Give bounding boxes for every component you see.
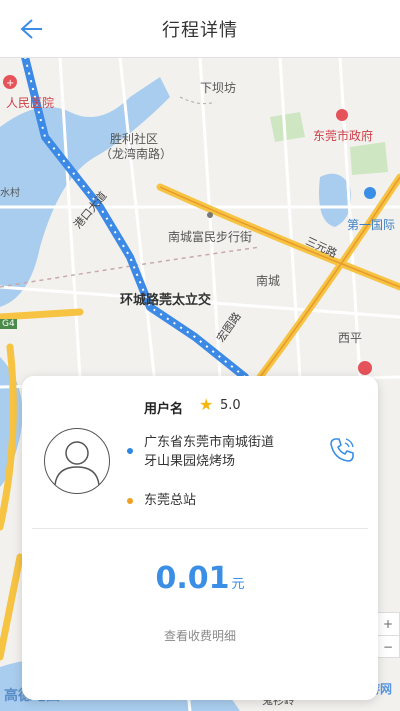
fare-amount: 0.01 元: [22, 561, 378, 596]
avatar: [44, 428, 110, 494]
poi-marker: [364, 187, 376, 199]
government-marker: [336, 109, 348, 121]
top-bar: 行程详情: [0, 0, 400, 58]
red-poi-marker: [358, 361, 372, 375]
start-address-line2: 牙山果园烧烤场: [144, 454, 236, 469]
map-label-g4: G4: [0, 319, 17, 329]
user-avatar-icon: [54, 441, 100, 486]
trip-card: 用户名 ★ 5.0 广东省东莞市南城街道 牙山果园烧烤场 东莞总站 0.01 元 …: [22, 376, 378, 700]
start-dot: [127, 448, 133, 454]
park-area: [350, 142, 388, 175]
phone-call-icon[interactable]: [326, 434, 358, 466]
zoom-in-button[interactable]: +: [377, 613, 399, 636]
map-label-hospital: 人民医院: [6, 96, 55, 110]
map-label-shuicun: 水村: [0, 188, 20, 199]
zoom-out-button[interactable]: −: [377, 636, 399, 658]
map-label-diyiguoji: 第一国际: [347, 218, 396, 232]
map-label-xiaba: 下坝坊: [200, 81, 237, 95]
page-title: 行程详情: [162, 20, 238, 41]
map-label-xiping: 西平: [338, 331, 363, 345]
start-address-line1: 广东省东莞市南城街道: [144, 435, 275, 450]
end-dot: [127, 498, 133, 504]
rating-value: 5.0: [220, 398, 241, 413]
fare-unit: 元: [231, 577, 245, 592]
fare-value: 0.01: [155, 561, 230, 596]
star-icon: ★: [199, 395, 214, 414]
map-label-nancheng: 南城: [256, 274, 281, 288]
divider: [32, 528, 368, 529]
map-label-huancheng: 环城路莞太立交: [120, 293, 212, 308]
map-label-longwan: （龙湾南路）: [100, 147, 173, 161]
end-address: 东莞总站: [144, 493, 197, 508]
start-address: 广东省东莞市南城街道 牙山果园烧烤场: [144, 433, 274, 471]
park-area: [270, 112, 305, 142]
poi-dot: [207, 212, 213, 218]
map-label-walkstreet: 南城富民步行街: [168, 230, 253, 244]
username: 用户名: [144, 402, 184, 417]
svg-text:+: +: [6, 78, 14, 89]
map-label-gov: 东莞市政府: [313, 129, 374, 143]
zoom-control[interactable]: + −: [376, 612, 400, 658]
fee-details-link[interactable]: 查看收费明细: [22, 627, 378, 644]
